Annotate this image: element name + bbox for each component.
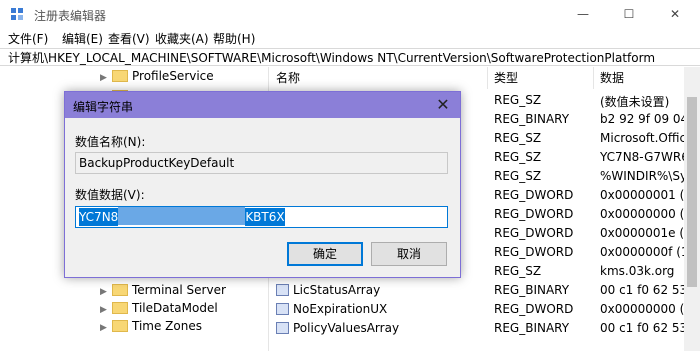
value-data-label: 数值数据(V): — [75, 188, 145, 202]
selected-text-prefix: YC7N8 — [79, 208, 119, 226]
tree-item-label: ProfileService — [132, 69, 214, 83]
value-type: REG_DWORD — [494, 302, 574, 316]
maximize-button[interactable]: ☐ — [606, 0, 652, 28]
value-name-cell: LicStatusArray — [276, 283, 380, 297]
value-type: REG_SZ — [494, 131, 542, 145]
tree-item-label: Terminal Server — [132, 283, 226, 297]
menu-favorites[interactable]: 收藏夹(A) — [155, 30, 209, 47]
value-type: REG_BINARY — [494, 283, 570, 297]
chevron-right-icon[interactable]: ▶ — [100, 73, 112, 83]
folder-icon — [112, 70, 128, 82]
menu-edit[interactable]: 编辑(E) — [62, 30, 103, 47]
value-type: REG_BINARY — [494, 321, 570, 335]
binary-value-icon — [276, 303, 289, 315]
value-name-field: BackupProductKeyDefault — [75, 152, 448, 174]
dialog-title-bar: 编辑字符串 ✕ — [65, 92, 460, 118]
address-bar[interactable]: 计算机\HKEY_LOCAL_MACHINE\SOFTWARE\Microsof… — [0, 48, 700, 66]
value-type: REG_SZ — [494, 264, 542, 278]
edit-string-dialog: 编辑字符串 ✕ 数值名称(N): BackupProductKeyDefault… — [64, 91, 461, 278]
cancel-button[interactable]: 取消 — [371, 242, 447, 266]
value-type: REG_BINARY — [494, 112, 570, 126]
tree-item-label: TileDataModel — [132, 301, 218, 315]
value-name-cell: NoExpirationUX — [276, 302, 387, 316]
value-type: REG_SZ — [494, 169, 542, 183]
menu-view[interactable]: 查看(V) — [108, 30, 150, 47]
value-name: NoExpirationUX — [293, 302, 388, 316]
menu-bar: 文件(F) 编辑(E) 查看(V) 收藏夹(A) 帮助(H) — [0, 28, 700, 48]
value-type: REG_SZ — [494, 93, 542, 107]
redacted-text — [118, 207, 246, 225]
chevron-right-icon[interactable]: ▶ — [100, 305, 112, 315]
folder-icon — [112, 302, 128, 314]
tree-item-label: Time Zones — [132, 319, 202, 333]
value-type: REG_DWORD — [494, 188, 574, 202]
menu-help[interactable]: 帮助(H) — [213, 30, 255, 47]
menu-file[interactable]: 文件(F) — [8, 30, 48, 47]
binary-value-icon — [276, 322, 289, 334]
value-type: REG_DWORD — [494, 226, 574, 240]
value-name-cell: PolicyValuesArray — [276, 321, 399, 335]
value-data-input[interactable]: YC7N8 KBT6X — [75, 206, 448, 228]
close-window-button[interactable]: ✕ — [652, 0, 698, 28]
chevron-right-icon[interactable]: ▶ — [100, 287, 112, 297]
tree-item-profileservice[interactable]: ▶ ProfileService — [100, 69, 214, 87]
title-bar: 注册表编辑器 — ☐ ✕ — [0, 0, 700, 29]
folder-icon — [112, 284, 128, 296]
tree-item-time-zones[interactable]: ▶ Time Zones — [100, 319, 202, 337]
selected-text-suffix: KBT6X — [245, 208, 285, 226]
value-type: REG_SZ — [494, 150, 542, 164]
table-row[interactable]: PolicyValuesArray REG_BINARY 00 c1 f0 62 … — [270, 319, 700, 338]
dialog-title: 编辑字符串 — [73, 100, 134, 114]
registry-app-icon — [11, 8, 23, 20]
table-row[interactable]: LicStatusArray REG_BINARY 00 c1 f0 62 53 — [270, 281, 700, 300]
value-type: REG_DWORD — [494, 245, 574, 259]
dialog-close-button[interactable]: ✕ — [426, 92, 460, 118]
tree-item-tiledatamodel[interactable]: ▶ TileDataModel — [100, 301, 218, 319]
binary-value-icon — [276, 284, 289, 296]
minimize-button[interactable]: — — [560, 0, 606, 28]
value-name-label: 数值名称(N): — [75, 135, 146, 149]
registry-editor-window: 注册表编辑器 — ☐ ✕ 文件(F) 编辑(E) 查看(V) 收藏夹(A) 帮助… — [0, 0, 700, 351]
value-name: LicStatusArray — [293, 283, 381, 297]
value-name: PolicyValuesArray — [293, 321, 400, 335]
chevron-right-icon[interactable]: ▶ — [100, 323, 112, 333]
tree-item-terminal-server[interactable]: ▶ Terminal Server — [100, 283, 226, 301]
window-title: 注册表编辑器 — [34, 9, 107, 23]
column-header-type[interactable]: 类型 — [488, 67, 594, 89]
vertical-scrollbar[interactable] — [684, 67, 700, 351]
ok-button[interactable]: 确定 — [287, 242, 363, 266]
folder-icon — [112, 320, 128, 332]
value-type: REG_DWORD — [494, 207, 574, 221]
column-header-name[interactable]: 名称 — [270, 67, 488, 89]
table-row[interactable]: NoExpirationUX REG_DWORD 0x00000000 (0 — [270, 300, 700, 319]
scrollbar-thumb[interactable] — [687, 97, 697, 287]
